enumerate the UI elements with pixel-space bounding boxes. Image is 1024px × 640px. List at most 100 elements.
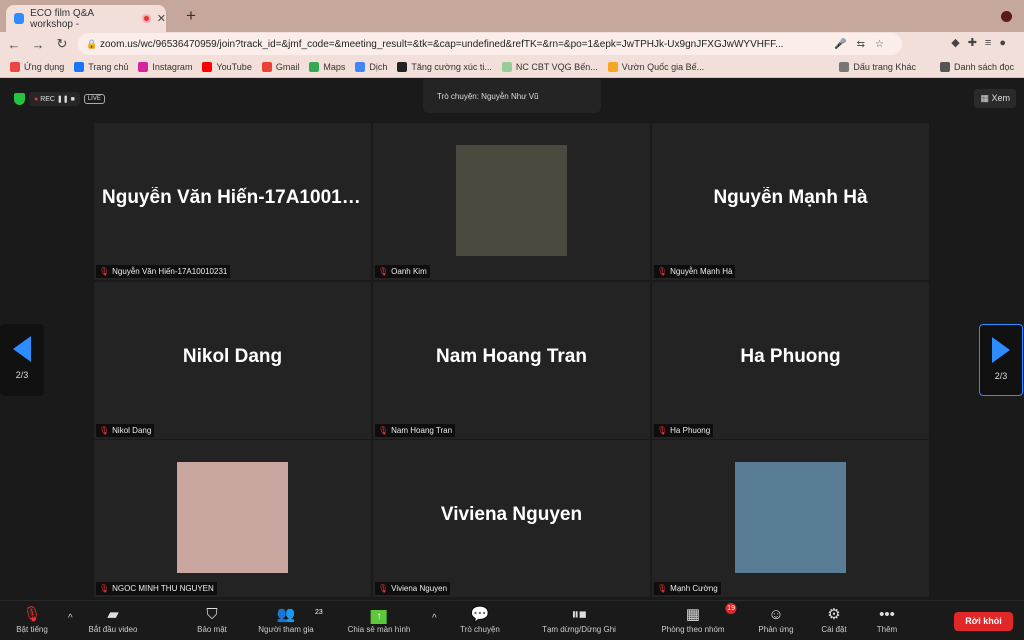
participant-tile[interactable]: Nguyễn Văn Hiến-17A10010... 🎙 Nguyễn Văn H…	[94, 123, 371, 280]
bookmark-item[interactable]: Dịch	[355, 61, 387, 72]
participant-name: Nguyễn Văn Hiến-17A10010231	[112, 267, 228, 276]
bookmark-favicon-icon	[501, 61, 512, 72]
encryption-shield-icon[interactable]	[14, 93, 25, 105]
unmute-button[interactable]: 🎙 Bật tiếng	[16, 605, 48, 634]
muted-mic-icon: 🎙	[378, 426, 389, 435]
recording-status[interactable]: ● REC ❚❚ ■	[29, 92, 80, 106]
label: Bật tiếng	[16, 625, 48, 634]
audio-options-caret[interactable]: ^	[68, 613, 73, 624]
bookmark-label: Instagram	[152, 61, 193, 72]
participant-name: Nam Hoang Tran	[391, 426, 453, 435]
more-dots-icon: •••	[879, 606, 895, 623]
meeting-status: ● REC ❚❚ ■ LIVE	[14, 92, 105, 106]
label: Chia sẻ màn hình	[347, 625, 411, 634]
leave-button[interactable]: Rời khỏi	[954, 612, 1013, 631]
participant-tile[interactable]: Ha Phuong 🎙 Ha Phuong	[652, 282, 929, 439]
pause-stop-recording-button[interactable]: ⏸⏹ Tạm dừng/Dừng Ghi	[542, 605, 616, 634]
back-button[interactable]: ←	[2, 37, 26, 52]
bookmark-label: Maps	[323, 61, 346, 72]
new-tab-button[interactable]: +	[186, 6, 196, 26]
bookmark-item[interactable]: Trang chủ	[74, 61, 128, 72]
bookmark-item[interactable]: Instagram	[138, 61, 193, 72]
participant-photo	[735, 462, 846, 573]
close-tab-icon[interactable]: ✕	[157, 12, 166, 25]
participant-name: Mạnh Cường	[670, 584, 718, 593]
address-bar[interactable]: 🔒 zoom.us/wc/96536470959/join?track_id=&…	[78, 33, 902, 55]
breakout-rooms-icon: ▦ 19	[685, 603, 737, 623]
participant-display-name: Ha Phuong	[740, 346, 841, 367]
participants-button[interactable]: 👥 23 Người tham gia	[258, 605, 323, 634]
share-screen-button[interactable]: ↑ Chia sẻ màn hình	[347, 605, 411, 634]
participant-tile[interactable]: 🎙 NGOC MINH THU NGUYEN	[94, 440, 371, 597]
participant-label: 🎙 Nam Hoang Tran	[375, 424, 456, 437]
rec-label: REC	[40, 96, 55, 103]
participant-name: Oanh Kim	[391, 267, 427, 276]
participant-label: 🎙 Nguyễn Mạnh Hà	[654, 265, 736, 278]
security-button[interactable]: ⛉ Bảo mật	[197, 605, 227, 634]
participant-display-name: Nam Hoang Tran	[436, 346, 587, 367]
participant-tile[interactable]: Nam Hoang Tran 🎙 Nam Hoang Tran	[373, 282, 650, 439]
breakout-rooms-button[interactable]: ▦ 19 Phòng theo nhóm	[661, 603, 737, 634]
bookmark-item[interactable]: Vườn Quốc gia Bế...	[607, 61, 705, 72]
participant-display-name: Nguyễn Mạnh Hà	[713, 187, 868, 208]
participant-tile[interactable]: Viviena Nguyen 🎙 Viviena Nguyen	[373, 440, 650, 597]
label: Phòng theo nhóm	[661, 625, 725, 634]
forward-button[interactable]: →	[26, 37, 50, 52]
reload-button[interactable]: ↻	[50, 36, 74, 52]
prev-page-button[interactable]: 2/3	[0, 324, 44, 396]
bookmark-item[interactable]: Maps	[309, 61, 346, 72]
bookmark-other-folder[interactable]: Dấu trang Khác	[839, 61, 916, 72]
live-badge[interactable]: LIVE	[83, 94, 105, 104]
muted-mic-icon: 🎙	[99, 584, 110, 593]
extensions-icons[interactable]: ◆✚≡●	[951, 36, 1014, 49]
bookmarks-bar: Ứng dụng Trang chủ Instagram YouTube Gmail Ma…	[0, 56, 1024, 78]
tab-search-icon[interactable]	[1001, 11, 1012, 22]
reading-list-icon	[939, 61, 950, 72]
settings-button[interactable]: ⚙ Cài đặt	[821, 605, 846, 634]
participant-tile[interactable]: 🎙 Oanh Kim	[373, 123, 650, 280]
participants-icon: 👥 23	[258, 605, 323, 625]
bookmark-item[interactable]: Gmail	[261, 61, 300, 72]
bookmark-favicon-icon	[397, 61, 408, 72]
participant-label: 🎙 Nikol Dang	[96, 424, 155, 437]
breakout-count: 19	[725, 603, 737, 614]
bookmark-item[interactable]: Tăng cường xúc ti...	[397, 61, 492, 72]
browser-tab[interactable]: ECO film Q&A workshop - ✕	[6, 5, 166, 32]
bookmark-favicon-icon	[202, 61, 213, 72]
participant-name: Viviena Nguyen	[391, 584, 448, 593]
bookmark-label: Gmail	[275, 61, 300, 72]
more-button[interactable]: ••• Thêm	[877, 605, 897, 634]
video-off-icon: ▰	[107, 606, 119, 623]
bookmark-item[interactable]: YouTube	[202, 61, 252, 72]
label: Bảo mật	[197, 625, 227, 634]
view-button[interactable]: ▦ Xem	[974, 89, 1016, 108]
page-indicator: 2/3	[994, 371, 1008, 381]
label: Thêm	[876, 625, 898, 634]
arrow-right-icon	[992, 337, 1010, 363]
share-options-caret[interactable]: ^	[432, 613, 437, 624]
reactions-button[interactable]: ☺ Phản ứng	[758, 605, 793, 634]
address-bar-icons[interactable]: 🎤⇆☆	[834, 39, 894, 50]
zoom-favicon-icon	[14, 13, 25, 24]
bookmark-label: Ứng dụng	[24, 61, 65, 72]
participant-tile[interactable]: 🎙 Mạnh Cường	[652, 440, 929, 597]
participant-tile[interactable]: Nguyễn Mạnh Hà 🎙 Nguyễn Mạnh Hà	[652, 123, 929, 280]
start-video-button[interactable]: ▰ Bắt đầu video	[89, 605, 138, 634]
muted-mic-icon: 🎙	[22, 606, 42, 623]
lock-icon: 🔒	[86, 38, 98, 49]
reading-list[interactable]: Danh sách đọc	[939, 61, 1014, 72]
chat-notification[interactable]: Trò chuyện: Nguyễn Như Vũ	[423, 79, 601, 113]
chat-button[interactable]: 💬 Trò chuyện	[460, 605, 500, 634]
participant-name: Nikol Dang	[112, 426, 152, 435]
next-page-button[interactable]: 2/3	[979, 324, 1023, 396]
participant-name: Nguyễn Mạnh Hà	[670, 267, 733, 276]
participant-tile[interactable]: Nikol Dang 🎙 Nikol Dang	[94, 282, 371, 439]
arrow-left-icon	[13, 336, 31, 362]
folder-icon	[839, 61, 850, 72]
view-label: Xem	[991, 93, 1010, 103]
bookmark-label: Vườn Quốc gia Bế...	[621, 61, 705, 72]
bookmark-item[interactable]: Ứng dụng	[10, 61, 65, 72]
bookmark-item[interactable]: NC CBT VQG Bến...	[501, 61, 598, 72]
bookmark-favicon-icon	[607, 61, 618, 72]
participant-label: 🎙 Nguyễn Văn Hiến-17A10010231	[96, 265, 231, 278]
